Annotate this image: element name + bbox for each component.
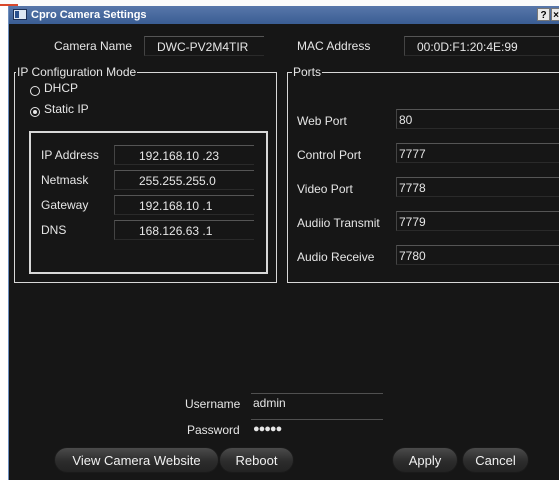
ip-configuration-legend: IP Configuration Mode <box>16 65 138 79</box>
dns-label: DNS <box>41 223 67 237</box>
username-field[interactable]: admin <box>251 393 383 412</box>
web-port-label: Web Port <box>297 114 347 128</box>
netmask-label: Netmask <box>41 173 89 187</box>
username-label: Username <box>185 397 241 411</box>
control-port-field[interactable]: 7777 <box>396 143 559 163</box>
ports-group: Ports Web Port 80 Control Port 7777 Vide… <box>287 65 559 283</box>
ip-address-label: IP Address <box>41 148 99 162</box>
title-bar[interactable]: Cpro Camera Settings ? × <box>9 6 559 24</box>
static-ip-label[interactable]: Static IP <box>44 102 89 116</box>
audio-transmit-field[interactable]: 7779 <box>396 211 559 231</box>
close-button[interactable]: × <box>551 8 559 21</box>
password-field[interactable]: ●●●●● <box>251 419 383 438</box>
ip-configuration-group: IP Configuration Mode DHCP Static IP IP … <box>14 65 277 283</box>
window-title: Cpro Camera Settings <box>31 9 147 21</box>
dns-field[interactable]: 168.126.63 .1 <box>114 220 254 240</box>
static-ip-radio[interactable] <box>30 107 40 117</box>
camera-name-label: Camera Name <box>54 39 133 53</box>
app-window-icon <box>13 9 27 20</box>
camera-settings-dialog: Cpro Camera Settings ? × Camera Name DWC… <box>8 6 559 480</box>
audio-transmit-label: Audiio Transmit <box>297 216 380 230</box>
apply-button[interactable]: Apply <box>392 447 458 473</box>
control-port-label: Control Port <box>297 148 362 162</box>
audio-receive-label: Audio Receive <box>297 250 375 264</box>
dhcp-radio[interactable] <box>30 86 40 96</box>
mac-address-field[interactable]: 00:0D:F1:20:4E:99 <box>404 36 559 56</box>
video-port-field[interactable]: 7778 <box>396 177 559 197</box>
netmask-field[interactable]: 255.255.255.0 <box>114 170 254 190</box>
web-port-field[interactable]: 80 <box>396 109 559 129</box>
video-port-label: Video Port <box>297 182 353 196</box>
audio-receive-field[interactable]: 7780 <box>396 245 559 265</box>
password-label: Password <box>187 423 240 437</box>
mac-address-label: MAC Address <box>297 39 371 53</box>
ip-address-field[interactable]: 192.168.10 .23 <box>114 145 254 165</box>
ports-legend: Ports <box>292 65 323 79</box>
help-button[interactable]: ? <box>537 8 550 21</box>
gateway-field[interactable]: 192.168.10 .1 <box>114 195 254 215</box>
reboot-button[interactable]: Reboot <box>219 447 294 473</box>
cancel-button[interactable]: Cancel <box>462 447 529 473</box>
gateway-label: Gateway <box>41 198 89 212</box>
static-ip-settings-box: IP Address 192.168.10 .23 Netmask 255.25… <box>29 131 268 274</box>
view-camera-website-button[interactable]: View Camera Website <box>54 447 219 473</box>
dhcp-label[interactable]: DHCP <box>44 81 78 95</box>
camera-name-field[interactable]: DWC-PV2M4TIR <box>144 36 264 56</box>
